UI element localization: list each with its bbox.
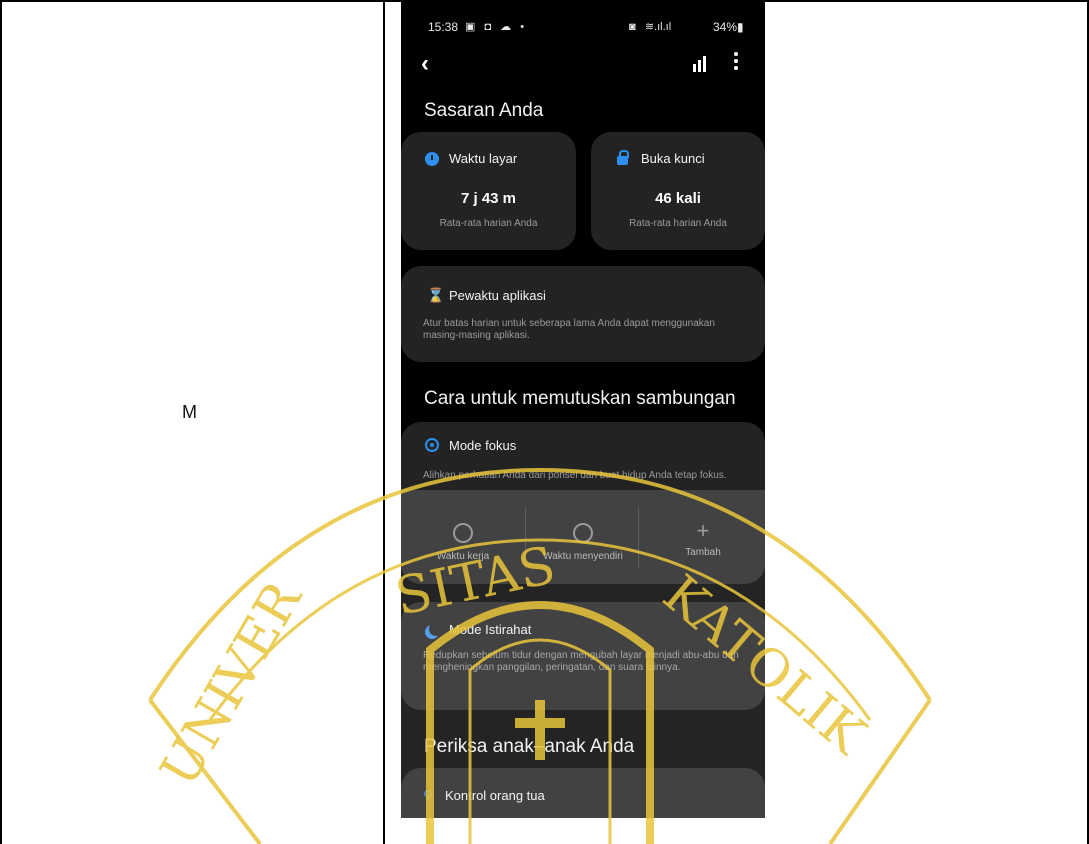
- focus-target-icon: [425, 438, 439, 452]
- chevron-left-icon[interactable]: ‹: [421, 52, 429, 76]
- hourglass-icon: ⌛: [427, 287, 445, 303]
- table-column-divider: [383, 0, 385, 844]
- phone-screenshot: 15:38 ▣ ◘ ☁ • ◙ ≋.ıl.ıl 34%▮ ‹ Sasaran A…: [401, 2, 765, 818]
- status-bar: 15:38 ▣ ◘ ☁ • ◙ ≋.ıl.ıl 34%▮: [401, 2, 765, 46]
- battery-level: 34%▮: [713, 20, 744, 34]
- unlocks-caption: Rata-rata harian Anda: [629, 218, 727, 229]
- unlocks-value: 46 kali: [655, 190, 701, 207]
- table-cell-label: M: [182, 402, 197, 422]
- section-title-disconnect: Cara untuk memutuskan sambungan: [424, 388, 736, 409]
- more-vertical-icon[interactable]: [734, 52, 738, 70]
- screen-time-title: Waktu layar: [449, 151, 518, 166]
- screen-time-caption: Rata-rata harian Anda: [439, 218, 538, 229]
- status-time: 15:38: [428, 20, 459, 34]
- screen-time-card[interactable]: Waktu layar 7 j 43 m Rata-rata harian An…: [401, 132, 576, 250]
- table-border-left: [0, 0, 2, 844]
- app-timer-description: Atur batas harian untuk seberapa lama An…: [423, 318, 715, 341]
- watermark-shade: [401, 490, 765, 818]
- unlock-icon: [617, 150, 629, 165]
- unlocks-title: Buka kunci: [641, 151, 705, 166]
- screen-time-value: 7 j 43 m: [460, 190, 517, 207]
- focus-mode-description: Alihkan perhatian Anda dari ponsel dan b…: [423, 470, 727, 481]
- notification-icons: ▣ ◘ ☁ •: [465, 21, 528, 33]
- unlocks-card[interactable]: Buka kunci 46 kali Rata-rata harian Anda: [591, 132, 765, 250]
- focus-mode-title: Mode fokus: [449, 438, 517, 453]
- clock-icon: [425, 152, 439, 166]
- app-bar: ‹: [401, 46, 765, 86]
- section-title-goals: Sasaran Anda: [424, 100, 544, 121]
- bar-chart-icon[interactable]: [691, 54, 709, 72]
- signal-icons: ◙ ≋.ıl.ıl: [629, 21, 672, 33]
- app-timer-card[interactable]: ⌛ Pewaktu aplikasi Atur batas harian unt…: [401, 266, 765, 362]
- app-timer-title: Pewaktu aplikasi: [449, 288, 546, 303]
